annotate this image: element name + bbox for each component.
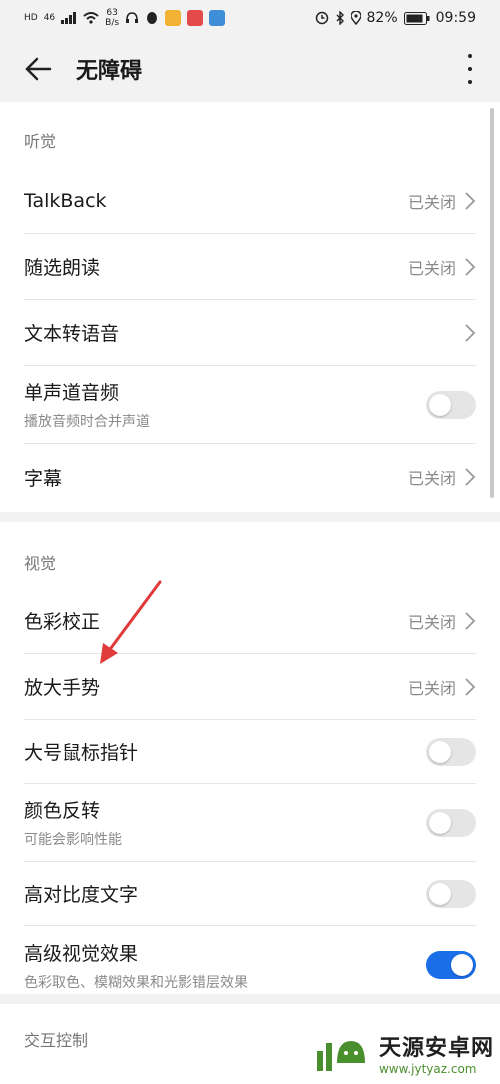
setting-large-pointer[interactable]: 大号鼠标指针 (24, 720, 476, 784)
page-title: 无障碍 (76, 59, 143, 84)
toggle-knob (429, 882, 451, 905)
setting-status: 已关闭 (407, 469, 456, 488)
alarm-icon (315, 11, 328, 25)
signal-icon (61, 12, 77, 24)
setting-label: 色彩校正 (24, 611, 101, 633)
setting-status: 已关闭 (407, 192, 456, 212)
toggle-knob (451, 954, 473, 976)
setting-mono-audio[interactable]: 单声道音频 播放音频时合并声道 (24, 366, 476, 444)
toolbar: 无障碍 (0, 36, 500, 102)
hd-icon: HD (24, 13, 38, 23)
app-icon-blue (209, 10, 226, 26)
back-arrow-icon (25, 57, 52, 81)
battery-icon (403, 11, 430, 25)
setting-status: 已关闭 (407, 612, 456, 632)
setting-captions[interactable]: 字幕 已关闭 (24, 444, 476, 510)
setting-label: 文本转语音 (24, 323, 120, 345)
setting-label: TalkBack (24, 189, 107, 212)
qq-icon (147, 12, 158, 24)
setting-label: 高对比度文字 (24, 884, 139, 906)
app-icon-game (165, 10, 182, 26)
app-icon-red (187, 10, 204, 26)
headset-icon (126, 12, 139, 23)
more-options-button[interactable] (460, 54, 480, 84)
chevron-right-icon (465, 677, 476, 696)
wifi-icon (83, 12, 99, 24)
scrollbar[interactable] (490, 108, 494, 498)
status-bar: HD 46 63 B/s 82% 09:59 (0, 0, 500, 36)
location-icon (350, 11, 361, 25)
chevron-right-icon (465, 257, 476, 276)
section-title-hearing: 听觉 (24, 132, 57, 151)
section-title-vision: 视觉 (24, 554, 57, 573)
status-right: 82% 09:59 (315, 10, 476, 26)
setting-magnification-gesture[interactable]: 放大手势 已关闭 (24, 654, 476, 720)
clock: 09:59 (435, 10, 476, 26)
setting-label: 大号鼠标指针 (24, 742, 139, 764)
back-button[interactable] (8, 36, 68, 102)
watermark-url: www.jytyaz.com (378, 1062, 477, 1076)
more-dot-icon (468, 67, 472, 71)
chevron-right-icon (465, 468, 476, 486)
section-vision: 视觉 色彩校正 已关闭 放大手势 已关闭 大号鼠标指针 颜色反转 可能会影响性能… (0, 522, 500, 994)
large-pointer-toggle[interactable] (426, 737, 476, 766)
chevron-right-icon (465, 611, 476, 630)
setting-subtitle: 色彩取色、模糊效果和光影错层效果 (24, 974, 248, 991)
setting-label: 随选朗读 (24, 257, 101, 279)
advanced-visual-toggle[interactable] (426, 951, 476, 979)
setting-tts[interactable]: 文本转语音 (24, 300, 476, 366)
setting-color-correction[interactable]: 色彩校正 已关闭 (24, 588, 476, 654)
setting-label: 字幕 (24, 467, 63, 490)
bluetooth-icon (336, 11, 344, 25)
high-contrast-toggle[interactable] (426, 879, 476, 908)
watermark: 天源安卓网 www.jytyaz.com (315, 1030, 494, 1076)
setting-status: 已关闭 (407, 678, 456, 698)
setting-talkback[interactable]: TalkBack 已关闭 (24, 168, 476, 234)
setting-status: 已关闭 (407, 258, 456, 278)
setting-select-to-speak[interactable]: 随选朗读 已关闭 (24, 234, 476, 300)
section-hearing: 听觉 TalkBack 已关闭 随选朗读 已关闭 文本转语音 单声道音频 播放音… (0, 102, 500, 512)
setting-advanced-visual-effects[interactable]: 高级视觉效果 色彩取色、模糊效果和光影错层效果 (24, 926, 476, 1004)
toggle-knob (429, 740, 451, 763)
watermark-title: 天源安卓网 (378, 1036, 494, 1061)
status-left: HD 46 63 B/s (24, 8, 226, 28)
setting-color-inversion[interactable]: 颜色反转 可能会影响性能 (24, 784, 476, 862)
setting-label: 放大手势 (24, 677, 101, 699)
battery-percent: 82% (366, 10, 398, 26)
setting-subtitle: 可能会影响性能 (24, 832, 122, 848)
network-type: 46 (43, 13, 56, 23)
chevron-right-icon (465, 323, 476, 342)
color-inversion-toggle[interactable] (426, 808, 476, 837)
toggle-knob (429, 393, 451, 416)
setting-high-contrast-text[interactable]: 高对比度文字 (24, 862, 476, 926)
more-dot-icon (468, 54, 472, 58)
more-dot-icon (468, 80, 472, 84)
chevron-right-icon (465, 191, 476, 210)
setting-subtitle: 播放音频时合并声道 (24, 414, 150, 430)
setting-label: 颜色反转 (24, 800, 101, 822)
toggle-knob (429, 811, 451, 834)
setting-label: 高级视觉效果 (24, 942, 139, 965)
setting-label: 单声道音频 (24, 382, 120, 404)
watermark-logo-icon (316, 1041, 365, 1071)
mono-audio-toggle[interactable] (426, 390, 476, 419)
network-speed: 63 B/s (105, 8, 120, 28)
